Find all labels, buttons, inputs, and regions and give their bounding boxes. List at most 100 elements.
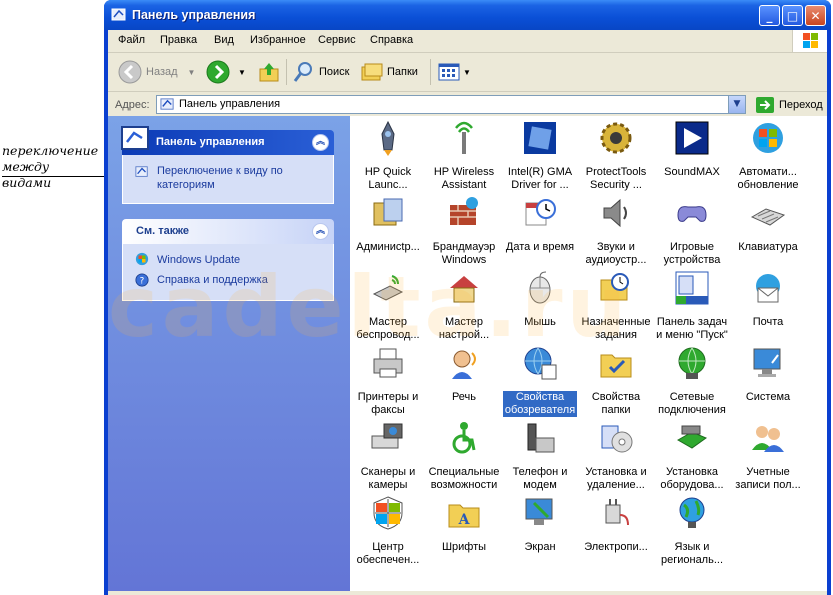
item-network-connections[interactable]: Сетевые подключения bbox=[654, 345, 730, 417]
address-field[interactable]: Панель управления ▼ bbox=[156, 95, 746, 114]
item-display[interactable]: Экран bbox=[502, 495, 578, 554]
item-windows-firewall[interactable]: Брандмауэр Windows bbox=[426, 195, 502, 267]
speaker-icon bbox=[603, 198, 627, 228]
item-folder-options[interactable]: Свойства папки bbox=[578, 345, 654, 417]
collapse-chevron-icon[interactable]: ︽ bbox=[312, 223, 329, 240]
maximize-button[interactable]: □ bbox=[782, 5, 803, 26]
link-line-1: Переключение к виду по bbox=[157, 165, 283, 177]
toolbar-separator bbox=[286, 59, 287, 85]
item-internet-options[interactable]: Свойства обозревателя bbox=[502, 345, 578, 417]
item-game-controllers[interactable]: Игровые устройства bbox=[654, 195, 730, 267]
add-remove-programs-icon bbox=[601, 425, 633, 453]
control-panel-small-icon bbox=[135, 166, 148, 177]
close-button[interactable]: ✕ bbox=[805, 5, 826, 26]
windows-update-link[interactable]: Windows Update bbox=[157, 253, 240, 267]
item-regional-language[interactable]: Язык и региональ... bbox=[654, 495, 730, 567]
item-speech[interactable]: Речь bbox=[426, 345, 502, 404]
item-printers-faxes[interactable]: Принтеры и факсы bbox=[350, 345, 426, 417]
item-add-remove-programs[interactable]: Установка и удаление... bbox=[578, 420, 654, 492]
search-button[interactable]: Поиск bbox=[292, 59, 349, 85]
up-folder-button[interactable] bbox=[258, 59, 280, 85]
menu-file[interactable]: Файл bbox=[118, 34, 145, 46]
folders-icon bbox=[361, 63, 383, 81]
section-header[interactable]: См. также ︽ bbox=[122, 219, 334, 244]
item-scheduled-tasks[interactable]: Назначенные задания bbox=[578, 270, 654, 342]
go-button[interactable]: Переход bbox=[756, 96, 823, 114]
phone-icon bbox=[527, 423, 555, 453]
globe-settings-icon bbox=[524, 347, 557, 380]
svg-text:?: ? bbox=[140, 277, 145, 287]
menu-favorites[interactable]: Избранное bbox=[250, 34, 306, 46]
section-title: См. также bbox=[136, 225, 189, 237]
windows-update-icon bbox=[135, 252, 149, 266]
speech-icon bbox=[452, 350, 476, 379]
wireless-wizard-icon bbox=[372, 275, 404, 301]
item-power-options[interactable]: Электропи... bbox=[578, 495, 654, 554]
folder-options-icon bbox=[600, 354, 632, 378]
back-label: Назад bbox=[146, 66, 178, 78]
taskbar-icon bbox=[675, 271, 709, 305]
up-folder-icon bbox=[259, 63, 279, 82]
item-hp-quick-launch[interactable]: HP Quick Launc... bbox=[350, 120, 426, 192]
forward-button[interactable]: ▼ bbox=[206, 59, 246, 85]
address-dropdown-icon[interactable]: ▼ bbox=[728, 96, 745, 113]
wireless-icon bbox=[455, 121, 473, 154]
soundmax-icon bbox=[675, 121, 709, 155]
menu-edit[interactable]: Правка bbox=[160, 34, 197, 46]
item-user-accounts[interactable]: Учетные записи пол... bbox=[730, 420, 806, 492]
regional-globe-icon bbox=[679, 497, 705, 528]
item-intel-gma[interactable]: Intel(R) GMA Driver for ... bbox=[502, 120, 578, 192]
help-icon: ? bbox=[135, 273, 149, 287]
add-hardware-icon bbox=[676, 425, 708, 449]
power-plug-icon bbox=[605, 499, 629, 526]
item-security-center[interactable]: Центр обеспечен... bbox=[350, 495, 426, 567]
item-mail[interactable]: Почта bbox=[730, 270, 806, 329]
item-add-hardware[interactable]: Установка оборудова... bbox=[654, 420, 730, 492]
item-accessibility[interactable]: Специальные возможности bbox=[426, 420, 502, 492]
item-automatic-updates[interactable]: Автомати... обновление bbox=[730, 120, 806, 192]
item-date-time[interactable]: Дата и время bbox=[502, 195, 578, 254]
window-client: Файл Правка Вид Избранное Сервис Справка bbox=[108, 30, 827, 595]
item-soundmax[interactable]: SoundMAX bbox=[654, 120, 730, 179]
menu-view[interactable]: Вид bbox=[214, 34, 234, 46]
scheduled-tasks-icon bbox=[600, 273, 629, 301]
item-keyboard[interactable]: Клавиатура bbox=[730, 195, 806, 254]
item-administrative-tools[interactable]: Админисtp... bbox=[350, 195, 426, 254]
back-button[interactable]: Назад ▼ bbox=[118, 59, 195, 85]
address-bar: Адрес: Панель управления ▼ Переход bbox=[108, 92, 827, 118]
item-protecttools[interactable]: ProtectTools Security ... bbox=[578, 120, 654, 192]
item-taskbar-start-menu[interactable]: Панель задач и меню "Пуск" bbox=[654, 270, 730, 342]
display-icon bbox=[525, 498, 553, 525]
scanner-camera-icon bbox=[371, 423, 403, 449]
item-sounds-audio[interactable]: Звуки и аудиоустр... bbox=[578, 195, 654, 267]
item-mouse[interactable]: Мышь bbox=[502, 270, 578, 329]
forward-dropdown-icon[interactable]: ▼ bbox=[238, 68, 246, 77]
minimize-button[interactable]: _ bbox=[759, 5, 780, 26]
item-scanners-cameras[interactable]: Сканеры и камеры bbox=[350, 420, 426, 492]
annotation-callout: переключение между видами bbox=[2, 143, 102, 191]
views-button[interactable]: ▼ bbox=[438, 59, 471, 85]
switch-to-category-view-link[interactable]: Переключение к виду по категориям bbox=[157, 164, 283, 192]
item-wireless-network-wizard[interactable]: Мастер беспровод... bbox=[350, 270, 426, 342]
title-bar[interactable]: Панель управления _ □ ✕ bbox=[104, 0, 831, 30]
item-system[interactable]: Система bbox=[730, 345, 806, 404]
help-and-support-link[interactable]: Справка и поддержка bbox=[157, 273, 268, 287]
windows-update-icon bbox=[753, 123, 783, 153]
item-fonts[interactable]: A Шрифты bbox=[426, 495, 502, 554]
folders-button[interactable]: Папки bbox=[360, 59, 418, 85]
section-header[interactable]: Панель управления ︽ bbox=[121, 126, 334, 155]
intel-graphics-icon bbox=[524, 122, 556, 154]
svg-text:A: A bbox=[458, 512, 471, 528]
item-phone-modem[interactable]: Телефон и модем bbox=[502, 420, 578, 492]
fonts-folder-icon: A bbox=[448, 504, 480, 528]
printer-icon bbox=[373, 348, 403, 378]
collapse-chevron-icon[interactable]: ︽ bbox=[312, 134, 329, 151]
item-hp-wireless[interactable]: HP Wireless Assistant bbox=[426, 120, 502, 192]
views-dropdown-icon[interactable]: ▼ bbox=[463, 68, 471, 77]
back-dropdown-icon[interactable]: ▼ bbox=[188, 68, 196, 77]
keyboard-icon bbox=[750, 208, 786, 226]
menu-tools[interactable]: Сервис bbox=[318, 34, 356, 46]
item-network-setup-wizard[interactable]: Мастер настрой... bbox=[426, 270, 502, 342]
menu-help[interactable]: Справка bbox=[370, 34, 413, 46]
network-house-icon bbox=[450, 276, 478, 303]
